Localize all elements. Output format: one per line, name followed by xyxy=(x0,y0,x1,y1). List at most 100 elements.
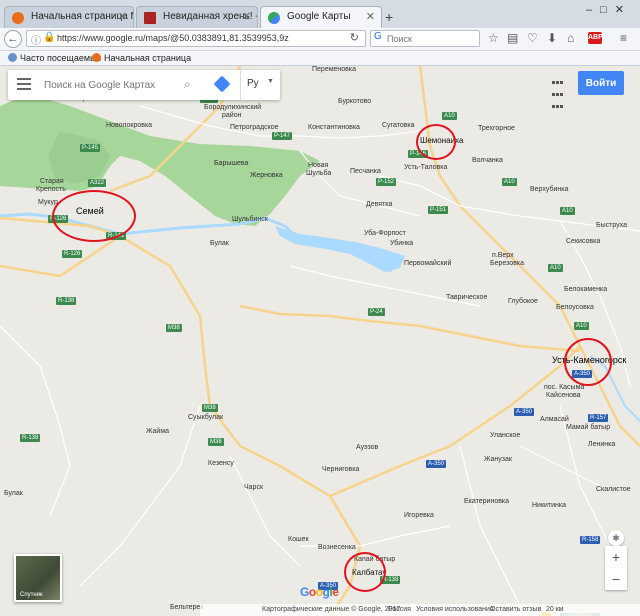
place-label: Белоусовка xyxy=(556,304,594,311)
language-selector[interactable]: Ру ▼ xyxy=(240,70,281,100)
place-label: Булак xyxy=(210,240,229,247)
satellite-toggle[interactable]: Спутник xyxy=(14,554,62,602)
back-button[interactable]: ← xyxy=(4,30,22,48)
road-shield: M38 xyxy=(208,438,224,446)
reload-icon[interactable]: ↻ xyxy=(350,31,359,44)
place-label: Скалистое xyxy=(596,486,631,493)
satellite-label: Спутник xyxy=(20,592,43,598)
place-label: Девятка xyxy=(366,201,393,208)
place-label: Новая xyxy=(308,162,329,169)
caret-down-icon: ▼ xyxy=(267,78,274,85)
tab-google-maps[interactable]: Google Карты ✕ xyxy=(260,6,382,29)
browser-search-input[interactable] xyxy=(387,32,475,45)
place-label: Никитинка xyxy=(532,502,567,509)
tab-title: Google Карты xyxy=(287,11,351,22)
search-icon[interactable]: ⌕ xyxy=(184,77,191,92)
highlight-circle-kalbatau xyxy=(344,552,386,592)
road-shield: R-138 xyxy=(56,297,77,305)
adblock-icon[interactable]: ABP xyxy=(588,32,603,44)
road-shield: M38 xyxy=(166,324,182,332)
tab-yaplakal[interactable]: Невиданная хрень! - ЯПлак... ✕ xyxy=(136,6,258,28)
url-text[interactable]: https://www.google.ru/maps/@50.0383891,8… xyxy=(57,33,289,43)
menu-icon[interactable]: ≡ xyxy=(620,31,627,45)
language-label: Ру xyxy=(247,78,259,89)
reading-list-icon[interactable]: ▤ xyxy=(507,31,518,45)
place-label: Кайсенова xyxy=(546,392,581,399)
place-label: Алмасай xyxy=(540,416,569,423)
road-shield: A322 xyxy=(88,179,107,187)
yaplakal-icon xyxy=(144,12,156,24)
place-label: Суыкбулак xyxy=(188,414,224,421)
place-label: Трехгорное xyxy=(478,125,515,132)
road-shield: A10 xyxy=(442,112,457,120)
place-label: Уланское xyxy=(490,432,521,439)
firefox-icon xyxy=(12,12,24,24)
bookmark-star-icon[interactable]: ☆ xyxy=(488,31,499,45)
feedback-link[interactable]: Оставить отзыв xyxy=(490,606,541,613)
place-label: Таврическое xyxy=(446,294,488,301)
bookmark-most-visited[interactable]: Часто посещаемые xyxy=(8,53,102,63)
pocket-icon[interactable]: ♡ xyxy=(527,31,538,45)
lock-icon[interactable]: 🔒 xyxy=(43,32,55,43)
close-icon[interactable]: ✕ xyxy=(366,10,375,23)
place-label: Глубокое xyxy=(508,298,538,305)
compass-icon[interactable]: ✱ xyxy=(608,530,624,546)
highlight-circle-shemonaikha xyxy=(416,124,456,160)
map-search-box[interactable]: ⌕ Ру ▼ xyxy=(8,70,280,100)
place-label: Крепость xyxy=(36,186,66,193)
country-link[interactable]: Россия xyxy=(388,606,411,613)
place-label: Жерновка xyxy=(250,172,283,179)
folder-icon xyxy=(8,53,17,62)
map-search-input[interactable] xyxy=(44,77,184,93)
new-tab-button[interactable]: + xyxy=(385,9,393,25)
road-shield: P-24 xyxy=(368,308,385,316)
directions-icon[interactable] xyxy=(213,75,231,93)
place-label: Жанузак xyxy=(484,456,512,463)
downloads-icon[interactable]: ⬇ xyxy=(547,31,557,45)
road-shield: P-151 xyxy=(428,206,449,214)
info-icon[interactable]: ⓘ xyxy=(31,32,41,47)
place-label: Шульбинск xyxy=(232,216,268,223)
road-shield: R-126 xyxy=(62,250,83,258)
place-label: Быструха xyxy=(596,222,627,229)
firefox-icon xyxy=(92,53,101,62)
place-label: Белокаменка xyxy=(564,286,608,293)
hamburger-menu-icon[interactable] xyxy=(17,78,31,92)
login-button[interactable]: Войти xyxy=(578,71,624,95)
road-shield: M38 xyxy=(202,404,218,412)
road-shield: P-145 xyxy=(80,144,101,152)
place-label: Волчанка xyxy=(472,157,503,164)
forest-area xyxy=(0,94,320,226)
browser-search-box[interactable]: G xyxy=(370,30,480,47)
road-shield: A-350 xyxy=(514,408,535,416)
window-controls[interactable]: –□✕ xyxy=(586,3,632,16)
place-label: Кезенсу xyxy=(208,460,234,467)
place-label: Барышева xyxy=(214,160,249,167)
home-icon[interactable]: ⌂ xyxy=(567,31,574,45)
google-maps-icon xyxy=(268,12,280,24)
url-bar[interactable]: ⓘ 🔒 https://www.google.ru/maps/@50.03838… xyxy=(26,30,366,47)
place-label: пос. Касыма xyxy=(544,384,585,391)
close-icon[interactable]: ✕ xyxy=(242,10,251,23)
place-label: Песчанка xyxy=(350,168,381,175)
road-shield: A10 xyxy=(502,178,517,186)
map-canvas[interactable]: Petropavlovka Новолокровка Бородулихинск… xyxy=(0,66,640,616)
place-label: Уба-Форпост xyxy=(364,230,406,237)
place-label: Чарск xyxy=(244,484,264,491)
zoom-out-button[interactable]: − xyxy=(605,568,627,590)
place-label: Шульба xyxy=(306,170,332,177)
bookmark-start-page[interactable]: Начальная страница xyxy=(92,53,191,63)
map-footer: Картографические данные © Google, 2017 Р… xyxy=(200,604,640,616)
terms-link[interactable]: Условия использования xyxy=(416,606,494,613)
close-icon[interactable]: ✕ xyxy=(118,10,127,23)
place-label: Кошек xyxy=(288,536,309,543)
google-apps-icon[interactable] xyxy=(552,76,568,108)
bookmarks-toolbar: Часто посещаемые Начальная страница xyxy=(0,51,640,66)
zoom-in-button[interactable]: + xyxy=(605,546,627,568)
place-label: район xyxy=(222,112,242,119)
place-label: Бородулихинский xyxy=(204,104,262,111)
search-engine-icon[interactable]: G xyxy=(374,31,382,42)
map-data-credit[interactable]: Картографические данные © Google, 2017 xyxy=(262,606,400,613)
tab-mozilla-start[interactable]: Начальная страница Mozill... ✕ xyxy=(4,6,134,28)
place-label: Вознесенка xyxy=(318,544,356,551)
